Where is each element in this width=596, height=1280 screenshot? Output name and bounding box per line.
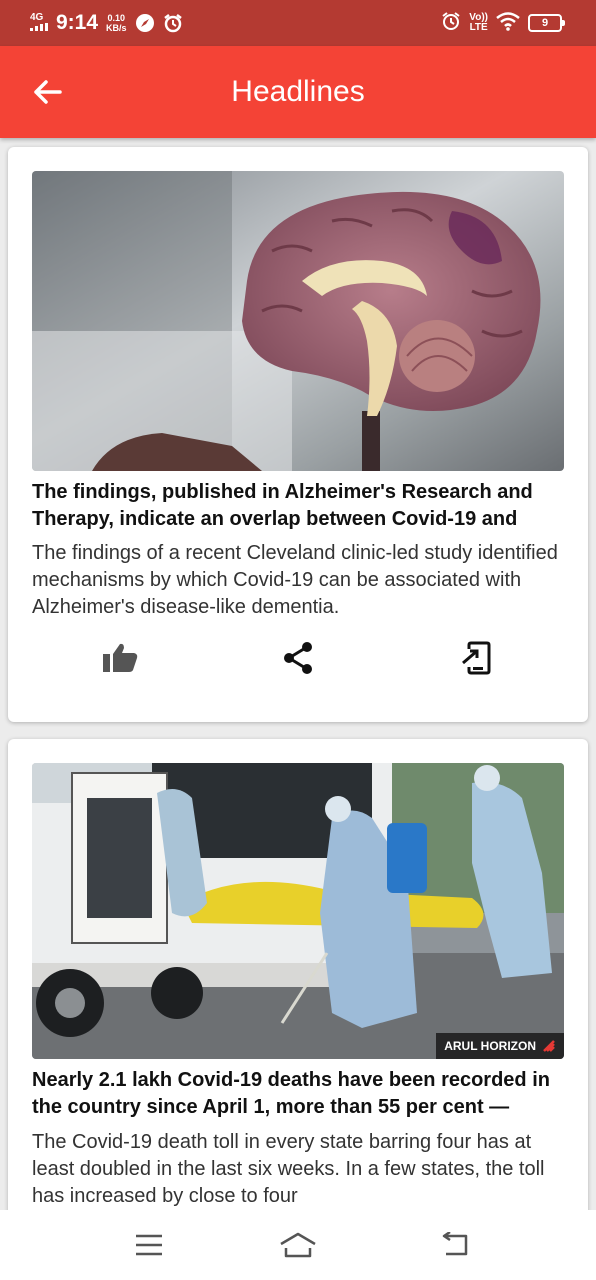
publisher-logo-icon <box>543 1040 555 1052</box>
status-bar: 4G 9:14 0.10 KB/s Vo)) LTE 9 <box>0 0 596 46</box>
back-icon <box>442 1232 468 1256</box>
image-credit-text: ARUL HORIZON <box>444 1039 536 1053</box>
share-button[interactable] <box>278 641 318 675</box>
speed-unit: KB/s <box>106 23 127 33</box>
clock: 9:14 <box>56 11 99 34</box>
article-summary: The findings of a recent Cleveland clini… <box>32 542 558 618</box>
article-summary: The Covid-19 death toll in every state b… <box>32 1131 545 1207</box>
article-image[interactable] <box>32 171 564 471</box>
open-article-button[interactable] <box>456 641 496 675</box>
speed-value: 0.10 <box>107 13 126 23</box>
health-workers-ambulance-photo <box>32 763 564 1059</box>
data-speed: 0.10 KB/s <box>106 13 127 33</box>
like-button[interactable] <box>100 641 140 675</box>
article-card[interactable]: The findings, published in Alzheimer's R… <box>8 147 588 722</box>
system-back-button[interactable] <box>434 1230 474 1260</box>
article-image[interactable]: ARUL HORIZON <box>32 763 564 1059</box>
navigation-app-icon <box>135 13 155 33</box>
app-bar: Headlines <box>0 46 596 138</box>
wifi-icon <box>496 11 520 36</box>
open-external-icon <box>462 641 491 675</box>
volte-indicator: Vo)) LTE <box>469 13 488 33</box>
thumb-up-icon <box>103 643 138 672</box>
system-nav-bar <box>0 1210 596 1280</box>
article-card[interactable]: ARUL HORIZON Nearly 2.1 lakh Covid-19 de… <box>8 739 588 1259</box>
battery-indicator: 9 <box>528 14 565 32</box>
menu-button[interactable] <box>129 1230 169 1260</box>
image-credit: ARUL HORIZON <box>436 1033 564 1059</box>
article-headline[interactable]: The findings, published in Alzheimer's R… <box>32 479 568 533</box>
signal-icon <box>30 22 48 31</box>
home-button[interactable] <box>278 1230 318 1260</box>
network-indicator: 4G <box>30 11 50 34</box>
share-icon <box>284 642 312 674</box>
lte-label: LTE <box>469 22 488 33</box>
menu-icon <box>136 1234 162 1256</box>
article-actions <box>8 641 588 675</box>
network-type: 4G <box>30 11 44 23</box>
alarm-icon <box>163 13 183 33</box>
article-headline[interactable]: Nearly 2.1 lakh Covid-19 deaths have bee… <box>32 1067 568 1121</box>
alarm-icon-right <box>441 11 461 36</box>
brain-model-photo <box>32 171 564 471</box>
page-title: Headlines <box>231 75 365 108</box>
home-icon <box>280 1232 316 1258</box>
